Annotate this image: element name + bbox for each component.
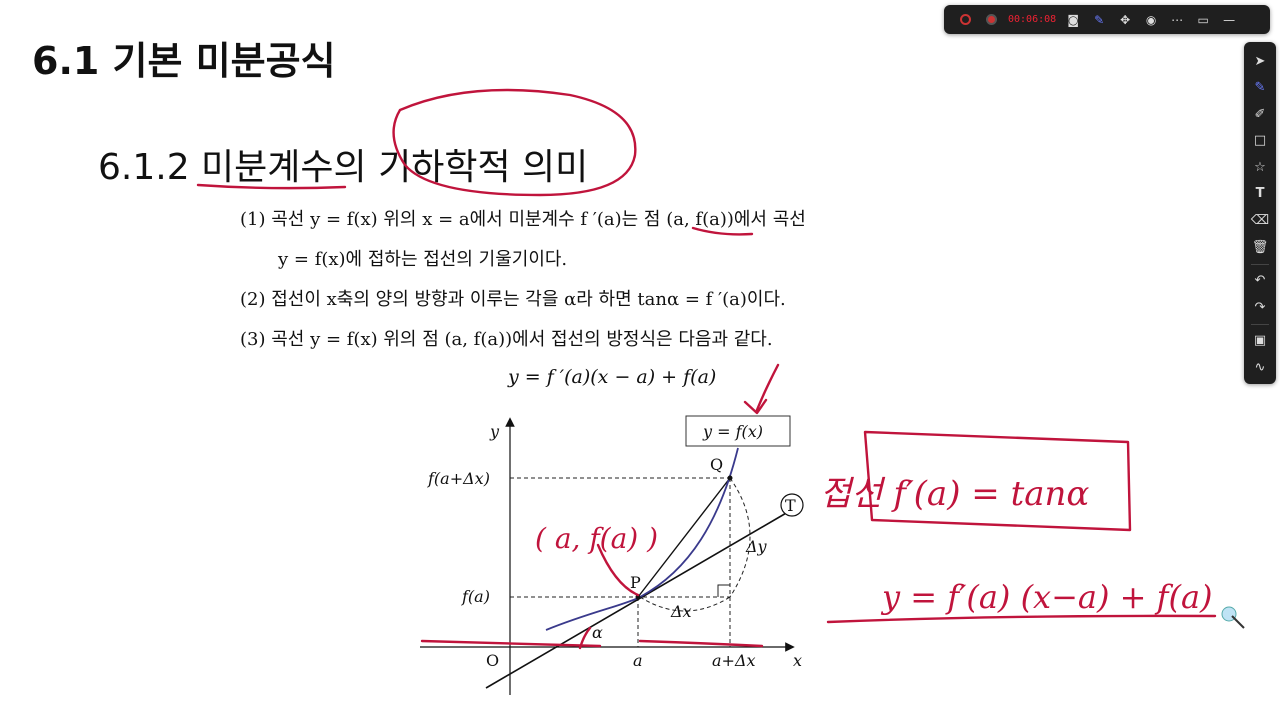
recorder-toolbar: 00:06:08 ◙ ✎ ✥ ◉ ⋯ ▭ —	[944, 5, 1270, 34]
text-tool[interactable]: T	[1247, 181, 1273, 207]
select-icon: ➤	[1254, 53, 1266, 69]
trash-tool[interactable]: 🗑	[1247, 234, 1273, 260]
redo-tool[interactable]: ↷	[1247, 294, 1273, 320]
delta-y-label: Δy	[745, 537, 768, 556]
whiteboard-button[interactable]: ▭	[1190, 7, 1216, 33]
curve	[545, 447, 739, 631]
point-q-label: Q	[710, 455, 723, 474]
minimize-icon: —	[1223, 12, 1236, 27]
highlighter-tool[interactable]: ✐	[1247, 101, 1273, 127]
pen-button[interactable]: ✎	[1086, 7, 1112, 33]
select-tool[interactable]: ➤	[1247, 48, 1273, 74]
screenshot-icon: ▣	[1253, 333, 1267, 349]
whiteboard-icon: ▭	[1197, 12, 1209, 27]
text-icon: T	[1255, 186, 1265, 202]
camera-button[interactable]: ◙	[1060, 7, 1086, 33]
divider	[1251, 263, 1269, 265]
y-axis-label: y	[489, 422, 500, 441]
fa-plus-label: f(a+Δx)	[427, 469, 490, 488]
screenshot-tool[interactable]: ▣	[1247, 328, 1273, 354]
pen-icon: ✎	[1094, 12, 1105, 27]
secant-line	[637, 477, 731, 598]
right-angle-mark	[717, 584, 730, 597]
signature-icon: ∿	[1254, 360, 1266, 376]
rectangle-tool[interactable]: □	[1247, 128, 1273, 154]
more-button[interactable]: ⋯	[1164, 7, 1190, 33]
eraser-icon: ⌫	[1250, 213, 1270, 229]
signature-tool[interactable]: ∿	[1247, 355, 1273, 381]
minimize-button[interactable]: —	[1216, 7, 1242, 33]
alpha-label: α	[592, 623, 603, 642]
point-q-dot	[727, 475, 733, 481]
stop-icon	[959, 14, 971, 25]
record-icon	[985, 14, 997, 25]
trash-icon: 🗑	[1251, 239, 1269, 255]
move-button[interactable]: ✥	[1112, 7, 1138, 33]
undo-tool[interactable]: ↶	[1247, 268, 1273, 294]
move-icon: ✥	[1120, 12, 1131, 27]
view-button[interactable]: ◉	[1138, 7, 1164, 33]
divider	[1251, 323, 1269, 325]
point-p-label: P	[630, 573, 641, 592]
origin-label: O	[486, 651, 499, 670]
record-timer: 00:06:08	[1008, 14, 1057, 25]
star-tool[interactable]: ☆	[1247, 154, 1273, 180]
pen-tool[interactable]: ✎	[1247, 75, 1273, 101]
undo-icon: ↶	[1254, 273, 1266, 289]
tick-a-label: a	[633, 651, 643, 670]
rectangle-icon: □	[1253, 133, 1267, 149]
curve-label: y = f(x)	[702, 422, 763, 441]
x-axis-label: x	[793, 651, 802, 670]
delta-x-label: Δx	[670, 602, 692, 621]
camera-icon: ◙	[1067, 12, 1079, 27]
fa-label: f(a)	[461, 587, 490, 606]
more-icon: ⋯	[1171, 12, 1184, 27]
tangent-graph: y x O y = f(x) f(a+Δx) f(a) Q P T Δy Δx …	[420, 415, 804, 695]
highlighter-icon: ✐	[1254, 106, 1266, 122]
record-button[interactable]	[978, 7, 1004, 33]
redo-icon: ↷	[1254, 299, 1266, 315]
stop-record-button[interactable]	[952, 7, 978, 33]
eraser-tool[interactable]: ⌫	[1247, 208, 1273, 234]
point-t-label: T	[785, 496, 796, 515]
eye-icon: ◉	[1145, 12, 1157, 27]
star-icon: ☆	[1254, 159, 1266, 175]
tool-palette: ➤ ✎ ✐ □ ☆ T ⌫ 🗑 ↶ ↷ ▣ ∿	[1244, 42, 1276, 384]
tick-a-plus-label: a+Δx	[712, 651, 756, 670]
pen-icon: ✎	[1254, 80, 1266, 96]
point-p-dot	[635, 594, 641, 600]
